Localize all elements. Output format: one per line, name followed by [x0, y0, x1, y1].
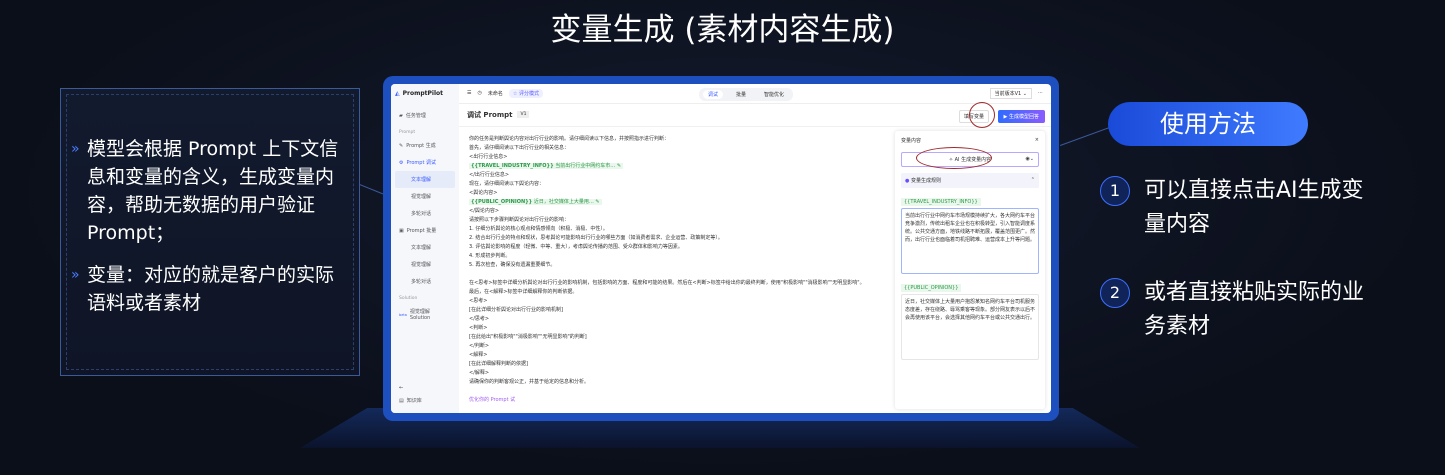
section-label: Prompt — [399, 130, 416, 135]
point-text: 变量：对应的就是客户的实际语料或者素材 — [87, 264, 335, 314]
prompt-text: 你的任务是判断舆论内容对出行行业的影响。请仔细阅读以下信息，并按照指示进行判断：… — [469, 136, 670, 160]
variable-tag: {{PUBLIC_OPINION}} — [901, 284, 962, 292]
var-preview: 当前出行行业中网约车市… — [553, 163, 616, 169]
label: 知识库 — [406, 398, 422, 404]
panel-title: 变量内容 — [901, 138, 922, 144]
label: Prompt 生成 — [406, 143, 436, 149]
label: 视觉理解 Solution — [409, 309, 431, 321]
brand: ◭ PromptPilot — [395, 90, 455, 97]
label: 任务管理 — [405, 113, 426, 119]
app-screenshot: ◭ PromptPilot ▰ 任务管理 Prompt ✎ Prompt 生成 ⚙… — [383, 76, 1059, 421]
label: 生成模型回答 — [1008, 113, 1039, 120]
label: 变量生成规则 — [910, 178, 941, 184]
point: » 模型会根据 Prompt 上下文信息和变量的含义，生成变量内容，帮助无数据的用… — [71, 135, 343, 247]
highlight-ring — [916, 147, 992, 169]
point-text: 模型会根据 Prompt 上下文信息和变量的含义，生成变量内容，帮助无数据的用户… — [87, 138, 339, 244]
highlight-ring — [969, 101, 995, 128]
tab-optimize[interactable]: 智能优化 — [759, 90, 789, 99]
step-text: 可以直接点击AI生成变量内容 — [1144, 178, 1364, 237]
sidebar-item-text[interactable]: 文本理解 — [395, 239, 455, 256]
sidebar-item-prompt-debug[interactable]: ⚙ Prompt 调试 — [395, 154, 455, 171]
mode-tabs: 调试 批量 智能优化 — [699, 88, 794, 101]
var-name: {{PUBLIC_OPINION}} — [471, 199, 533, 205]
var-preview: 近日，社交媒体上大量用… — [532, 199, 594, 205]
variable-panel: 变量内容 × ✧ AI 生成变量内容 ◉⌄ ● 变量生成规则 ⌃ {{TRAVEL_I… — [895, 131, 1045, 409]
label: Prompt 调试 — [406, 160, 437, 166]
close-icon[interactable]: × — [1035, 137, 1039, 144]
sidebar-item-vision[interactable]: 视觉理解 — [395, 256, 455, 273]
point: » 变量：对应的就是客户的实际语料或者素材 — [71, 261, 343, 317]
prompt-editor[interactable]: 你的任务是判断舆论内容对出行行业的影响。请仔细阅读以下信息，并按照指示进行判断：… — [459, 127, 889, 413]
score-mode-button[interactable]: ☆ 评分模式 — [508, 88, 543, 98]
topbar: ☰ ◷ 未命名 ☆ 评分模式 调试 批量 智能优化 当前版本V1 ⌄ ⋯ — [459, 84, 1051, 104]
step-1: 1 可以直接点击AI生成变量内容 — [1100, 174, 1374, 242]
var-name: {{TRAVEL_INDUSTRY_INFO}} — [471, 163, 554, 169]
label: 评分模式 — [518, 90, 539, 97]
sidebar-item-prompt-batch[interactable]: ▣ Prompt 批量 — [395, 222, 455, 239]
logo-icon: ◭ — [395, 90, 400, 97]
variable-value-input[interactable]: 近日，社交媒体上大量用户抱怨某知名网约车平台司机服务态度差，存在绕路、辱骂乘客等… — [901, 294, 1039, 360]
page-header: 调试 Prompt V1 填写变量 ▶ 生成模型回答 — [459, 101, 1051, 128]
tab-batch[interactable]: 批量 — [731, 90, 751, 99]
sidebar-item-multiturn[interactable]: 多轮对话 — [395, 205, 455, 222]
prompt-text: </出行行业信息> 现在，请仔细阅读以下舆论内容： <舆论内容> — [469, 172, 545, 196]
description-box: » 模型会根据 Prompt 上下文信息和变量的含义，生成变量内容，帮助无数据的用… — [60, 88, 360, 376]
rules-section[interactable]: ● 变量生成规则 ⌃ — [901, 173, 1039, 188]
optimize-link[interactable]: 优化你的 Prompt 试 — [469, 397, 515, 403]
sidebar-item-vision[interactable]: 视觉理解 — [395, 188, 455, 205]
variable-chip[interactable]: {{PUBLIC_OPINION}} 近日，社交媒体上大量用… ✎ — [469, 199, 602, 205]
menu-icon[interactable]: ☰ — [467, 90, 471, 96]
label: Prompt 批量 — [406, 228, 437, 234]
more-icon[interactable]: ⋯ — [1038, 90, 1043, 96]
ai-generate-button[interactable]: ✧ AI 生成变量内容 ◉⌄ — [901, 147, 1039, 169]
step-2: 2 或者直接粘贴实际的业务素材 — [1100, 276, 1374, 344]
sidebar-item-task[interactable]: ▰ 任务管理 — [395, 107, 455, 124]
prompt-text: </舆论内容> 请按照以下步骤判断舆论对出行行业的影响： 1. 仔细分析舆论的核… — [469, 208, 865, 385]
history-icon[interactable]: ◷ — [477, 90, 481, 96]
sidebar-item-prompt-gen[interactable]: ✎ Prompt 生成 — [395, 137, 455, 154]
section-label: Solution — [399, 296, 418, 301]
version-select[interactable]: 当前版本V1 ⌄ — [989, 87, 1032, 99]
chevron-up-icon: ⌃ — [1030, 177, 1035, 183]
step-number: 2 — [1100, 278, 1130, 308]
brand-name: PromptPilot — [402, 90, 444, 97]
slide-title: 变量生成 (素材内容生成) — [550, 12, 895, 48]
collapse-icon[interactable]: ← — [399, 385, 403, 391]
step-text: 或者直接粘贴实际的业务素材 — [1144, 280, 1365, 339]
sidebar: ◭ PromptPilot ▰ 任务管理 Prompt ✎ Prompt 生成 ⚙… — [391, 84, 459, 413]
sidebar-item-multiturn[interactable]: 多轮对话 — [395, 273, 455, 290]
usage-title: 使用方法 — [1108, 102, 1308, 146]
page-title: 调试 Prompt — [467, 110, 513, 119]
beta-badge: beta — [399, 312, 407, 317]
check-icon: ● — [905, 178, 910, 184]
settings-icon[interactable]: ◉⌄ — [1025, 156, 1034, 162]
sidebar-item-solution[interactable]: beta 视觉理解 Solution — [395, 303, 455, 326]
arrow-icon: » — [71, 141, 80, 157]
label: 当前版本V1 — [994, 90, 1022, 97]
generate-button[interactable]: ▶ 生成模型回答 — [997, 109, 1045, 123]
arrow-icon: » — [71, 267, 80, 283]
variable-tag: {{TRAVEL_INDUSTRY_INFO}} — [901, 198, 981, 206]
version-badge: V1 — [517, 111, 530, 119]
sidebar-item-knowledge[interactable]: ▤ 知识库 — [395, 392, 426, 409]
step-number: 1 — [1100, 176, 1130, 206]
variable-value-input[interactable]: 当前出行行业中网约车市场规模持续扩大，各大网约车平台竞争激烈，传统出租车企业也在… — [901, 208, 1039, 274]
task-name[interactable]: 未命名 — [488, 90, 503, 97]
tab-debug[interactable]: 调试 — [703, 90, 724, 99]
variable-chip[interactable]: {{TRAVEL_INDUSTRY_INFO}} 当前出行行业中网约车市… ✎ — [469, 163, 624, 169]
sidebar-item-text[interactable]: 文本理解 — [395, 171, 455, 188]
